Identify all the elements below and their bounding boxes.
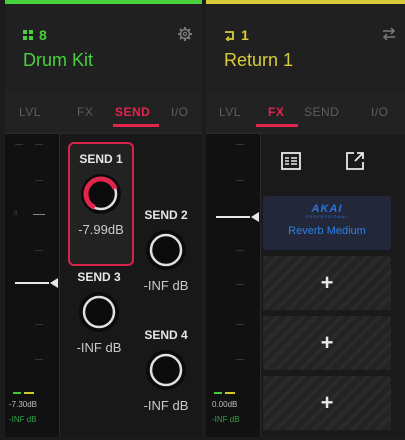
send-1-label: SEND 1 bbox=[79, 152, 123, 166]
track-number-label: 8 bbox=[39, 27, 47, 43]
level-meter[interactable]: 0 -7.30dB -INF dB bbox=[5, 134, 60, 437]
send-2[interactable]: SEND 2 -INF dB bbox=[135, 200, 197, 320]
add-plugin-icon: + bbox=[320, 390, 334, 415]
meter-peak-yellow bbox=[225, 392, 235, 394]
list-icon[interactable] bbox=[280, 150, 302, 172]
meter-tick bbox=[35, 324, 43, 325]
plugin-slot-1[interactable]: AKAI PROFESSIONAL Reverb Medium bbox=[263, 196, 391, 250]
track-name[interactable]: Drum Kit bbox=[23, 50, 93, 71]
track-tabs: LVL FX SEND I/O bbox=[206, 91, 405, 134]
plugin-slot-4[interactable]: + bbox=[263, 376, 391, 430]
meter-tick bbox=[35, 250, 43, 251]
meter-peak-green bbox=[13, 392, 21, 394]
send-2-label: SEND 2 bbox=[144, 208, 188, 222]
add-plugin-icon: + bbox=[320, 330, 334, 355]
track-name[interactable]: Return 1 bbox=[224, 50, 293, 71]
meter-tick bbox=[236, 324, 244, 325]
add-plugin-icon: + bbox=[320, 270, 334, 295]
fader-line bbox=[15, 282, 49, 284]
send-3-value: -INF dB bbox=[76, 340, 122, 355]
sends-panel: SEND 1 -7.99dB SEND 2 -INF dB SEND 3 -IN… bbox=[60, 134, 202, 437]
track-tabs: LVL FX SEND I/O bbox=[5, 91, 202, 134]
send-3-knob[interactable] bbox=[77, 290, 121, 334]
level-meter[interactable]: 0.00dB -INF dB bbox=[206, 134, 261, 437]
meter-peak-green bbox=[214, 392, 222, 394]
fader-line bbox=[216, 216, 250, 218]
fader-handle[interactable] bbox=[50, 278, 58, 288]
send-2-knob[interactable] bbox=[144, 228, 188, 272]
track-header[interactable]: 8 Drum Kit bbox=[5, 4, 202, 91]
send-4-knob[interactable] bbox=[144, 348, 188, 392]
akai-logo-sub: PROFESSIONAL bbox=[305, 214, 349, 219]
tab-fx[interactable]: FX bbox=[268, 105, 284, 119]
send-4-value: -INF dB bbox=[143, 398, 189, 413]
meter-zero-label: 0 bbox=[14, 211, 18, 217]
meter-tick bbox=[236, 144, 244, 145]
tab-fx[interactable]: FX bbox=[77, 105, 93, 119]
meter-inf: -INF dB bbox=[212, 415, 240, 424]
send-4-label: SEND 4 bbox=[144, 328, 188, 342]
plugin-slot-2[interactable]: + bbox=[263, 256, 391, 310]
send-3-label: SEND 3 bbox=[77, 270, 121, 284]
meter-tick bbox=[236, 250, 244, 251]
meter-tick bbox=[236, 359, 244, 360]
swap-icon[interactable] bbox=[381, 26, 397, 42]
tab-io[interactable]: I/O bbox=[371, 105, 389, 119]
send-3[interactable]: SEND 3 -INF dB bbox=[68, 262, 130, 382]
track-number: 1 bbox=[224, 27, 249, 43]
return-icon bbox=[225, 30, 234, 41]
send-1-value: -7.99dB bbox=[78, 222, 124, 237]
meter-tick bbox=[236, 284, 244, 285]
meter-tick bbox=[35, 180, 43, 181]
tab-send[interactable]: SEND bbox=[304, 105, 339, 119]
send-2-value: -INF dB bbox=[143, 278, 189, 293]
meter-tick bbox=[15, 144, 23, 145]
plugin-slot-3[interactable]: + bbox=[263, 316, 391, 370]
open-external-icon[interactable] bbox=[344, 150, 366, 172]
meter-value: -7.30dB bbox=[9, 400, 38, 409]
meter-tick bbox=[35, 359, 43, 360]
meter-tick bbox=[236, 180, 244, 181]
pads-icon bbox=[23, 30, 33, 40]
track-return-1: 1 Return 1 LVL FX SEND I/O 0.00dB -INF d… bbox=[206, 0, 405, 437]
tab-lvl[interactable]: LVL bbox=[219, 105, 241, 119]
send-4[interactable]: SEND 4 -INF dB bbox=[135, 320, 197, 440]
meter-value: 0.00dB bbox=[212, 400, 238, 409]
track-header[interactable]: 1 Return 1 bbox=[206, 4, 405, 91]
track-drum-kit: 8 Drum Kit LVL FX SEND I/O 0 -7.30dB -IN… bbox=[5, 0, 202, 437]
fader-handle[interactable] bbox=[251, 212, 259, 222]
tab-fx-underline bbox=[256, 124, 298, 127]
send-1-knob[interactable] bbox=[79, 172, 123, 216]
gear-icon[interactable] bbox=[177, 26, 193, 42]
meter-tick bbox=[33, 214, 45, 215]
tab-lvl[interactable]: LVL bbox=[19, 105, 41, 119]
meter-peak-yellow bbox=[24, 392, 34, 394]
plugin-name: Reverb Medium bbox=[288, 225, 366, 237]
track-number: 8 bbox=[23, 27, 47, 43]
meter-inf: -INF dB bbox=[9, 415, 37, 424]
tab-send[interactable]: SEND bbox=[115, 105, 150, 119]
tab-io[interactable]: I/O bbox=[171, 105, 189, 119]
meter-tick bbox=[35, 144, 43, 145]
send-1[interactable]: SEND 1 -7.99dB bbox=[68, 142, 134, 266]
track-number-label: 1 bbox=[241, 27, 249, 43]
tab-send-underline bbox=[113, 124, 159, 127]
